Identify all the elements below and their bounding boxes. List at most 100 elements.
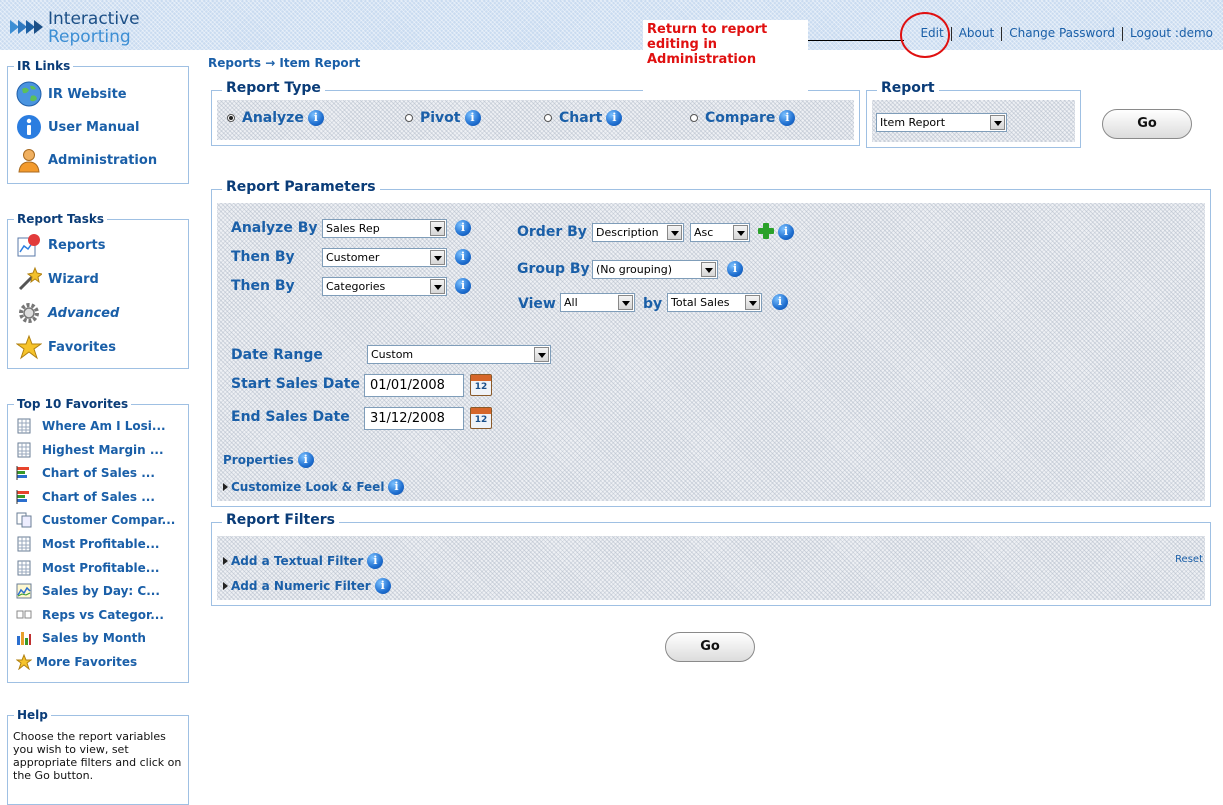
then-by-select-2[interactable]: Categories bbox=[322, 277, 447, 296]
chevron-down-icon bbox=[534, 347, 549, 362]
favorite-item-label: Most Profitable... bbox=[42, 560, 160, 575]
analyze-by-label: Analyze By bbox=[231, 220, 318, 236]
help-text: Choose the report variables you wish to … bbox=[13, 730, 182, 782]
favorite-item[interactable]: Most Profitable... bbox=[16, 560, 159, 576]
go-button-bottom[interactable]: Go bbox=[665, 632, 755, 662]
info-icon[interactable]: i bbox=[455, 278, 471, 294]
help-title: Help bbox=[14, 708, 51, 722]
radio-label: Chart bbox=[559, 110, 603, 126]
report-tasks-panel: Report Tasks Reports Wizard Advanced Fav… bbox=[7, 212, 189, 369]
chevron-down-icon bbox=[667, 225, 682, 240]
sidebar-item-favorites[interactable]: Favorites bbox=[16, 334, 116, 360]
info-icon[interactable]: i bbox=[779, 110, 796, 126]
change-password-link[interactable]: Change Password bbox=[1009, 26, 1115, 40]
sidebar-item-wizard[interactable]: Wizard bbox=[16, 266, 99, 292]
numeric-filter-label: Add a Numeric Filter bbox=[231, 579, 371, 593]
sidebar-item-label: Advanced bbox=[48, 305, 120, 321]
go-button-top[interactable]: Go bbox=[1102, 109, 1192, 139]
favorite-item[interactable]: Reps vs Categor... bbox=[16, 607, 164, 623]
chevron-down-icon bbox=[618, 295, 633, 310]
info-icon[interactable]: i bbox=[772, 294, 788, 310]
reports-icon bbox=[17, 234, 40, 257]
favorite-item[interactable]: Chart of Sales ... bbox=[16, 465, 155, 481]
radio-button-selected[interactable] bbox=[227, 114, 235, 122]
end-date-input[interactable]: 31/12/2008 bbox=[364, 407, 464, 430]
wand-icon bbox=[18, 266, 42, 291]
sidebar-item-label: IR Website bbox=[48, 86, 127, 102]
view-label: View bbox=[518, 296, 556, 312]
radio-button[interactable] bbox=[690, 114, 698, 122]
favorite-item[interactable]: Sales by Month bbox=[16, 630, 146, 646]
sidebar-item-reports[interactable]: Reports bbox=[16, 232, 105, 258]
chevron-down-icon bbox=[733, 225, 748, 240]
properties-label: Properties bbox=[223, 453, 294, 467]
properties-link[interactable]: Properties i bbox=[223, 452, 314, 468]
view-by-select[interactable]: Total Sales bbox=[667, 293, 762, 312]
radio-chart[interactable]: Chart i bbox=[544, 110, 623, 126]
date-range-select[interactable]: Custom bbox=[367, 345, 551, 364]
calendar-icon[interactable]: 12 bbox=[470, 407, 492, 429]
calendar-icon[interactable]: 12 bbox=[470, 374, 492, 396]
group-by-select[interactable]: (No grouping) bbox=[592, 260, 718, 279]
more-favorites-link[interactable]: More Favorites bbox=[15, 653, 137, 671]
top-links: Edit About Change Password Logout :demo bbox=[920, 26, 1213, 41]
favorite-item[interactable]: Where Am I Losi... bbox=[16, 418, 166, 434]
analyze-by-select[interactable]: Sales Rep bbox=[322, 219, 447, 238]
about-link[interactable]: About bbox=[959, 26, 994, 40]
info-icon[interactable]: i bbox=[367, 553, 384, 569]
report-title: Report bbox=[877, 80, 939, 96]
breadcrumb[interactable]: Reports → Item Report bbox=[208, 56, 360, 70]
date-range-value: Custom bbox=[371, 348, 414, 361]
add-sort-icon[interactable] bbox=[758, 223, 774, 239]
edit-link[interactable]: Edit bbox=[920, 26, 943, 40]
info-icon[interactable]: i bbox=[455, 249, 471, 265]
then-by-value: Customer bbox=[326, 251, 380, 264]
order-direction-select[interactable]: Asc bbox=[690, 223, 750, 242]
favorite-item-label: Where Am I Losi... bbox=[42, 419, 166, 433]
line-chart-icon bbox=[16, 583, 32, 599]
info-icon[interactable]: i bbox=[606, 110, 623, 126]
then-by-select-1[interactable]: Customer bbox=[322, 248, 447, 267]
order-by-select[interactable]: Description bbox=[592, 223, 684, 242]
add-textual-filter-link[interactable]: Add a Textual Filter i bbox=[223, 553, 384, 569]
grid-icon bbox=[16, 536, 32, 552]
radio-analyze[interactable]: Analyze i bbox=[227, 110, 324, 126]
favorite-item-label: Highest Margin ... bbox=[42, 442, 164, 457]
info-icon[interactable]: i bbox=[374, 578, 391, 594]
chevron-down-icon bbox=[430, 279, 445, 294]
favorite-item[interactable]: Sales by Day: C... bbox=[16, 583, 160, 599]
add-numeric-filter-link[interactable]: Add a Numeric Filter i bbox=[223, 578, 391, 594]
sidebar-item-ir-website[interactable]: IR Website bbox=[16, 81, 127, 107]
sidebar-item-administration[interactable]: Administration bbox=[16, 147, 157, 173]
logout-link[interactable]: Logout :demo bbox=[1130, 26, 1213, 40]
analyze-by-value: Sales Rep bbox=[326, 222, 380, 235]
radio-compare[interactable]: Compare i bbox=[690, 110, 796, 126]
radio-button[interactable] bbox=[544, 114, 552, 122]
callout-connector bbox=[808, 40, 904, 41]
view-select[interactable]: All bbox=[560, 293, 635, 312]
radio-pivot[interactable]: Pivot i bbox=[405, 110, 481, 126]
sidebar-item-label: Wizard bbox=[48, 271, 99, 287]
info-icon[interactable]: i bbox=[727, 261, 743, 277]
customize-look-feel-link[interactable]: Customize Look & Feel i bbox=[223, 479, 405, 495]
top-favorites-panel: Top 10 Favorites Where Am I Losi... Highe… bbox=[7, 397, 189, 683]
sidebar-item-label: Favorites bbox=[48, 339, 116, 355]
sidebar-item-user-manual[interactable]: User Manual bbox=[16, 114, 140, 140]
sidebar-item-advanced[interactable]: Advanced bbox=[16, 300, 119, 326]
favorite-item[interactable]: Highest Margin ... bbox=[16, 442, 164, 458]
info-icon[interactable]: i bbox=[778, 224, 794, 240]
info-icon[interactable]: i bbox=[297, 452, 314, 468]
callout-line1: Return to report bbox=[647, 22, 768, 37]
info-icon[interactable]: i bbox=[455, 220, 471, 236]
order-by-value: Description bbox=[596, 226, 659, 239]
info-icon[interactable]: i bbox=[388, 479, 405, 495]
info-icon[interactable]: i bbox=[464, 110, 481, 126]
favorite-item[interactable]: Chart of Sales ... bbox=[16, 489, 155, 505]
info-icon[interactable]: i bbox=[307, 110, 324, 126]
reset-link[interactable]: Reset bbox=[1175, 554, 1203, 565]
favorite-item[interactable]: Most Profitable... bbox=[16, 536, 159, 552]
favorite-item[interactable]: Customer Compar... bbox=[16, 512, 175, 528]
radio-button[interactable] bbox=[405, 114, 413, 122]
report-select[interactable]: Item Report bbox=[876, 113, 1007, 132]
start-date-input[interactable]: 01/01/2008 bbox=[364, 374, 464, 397]
